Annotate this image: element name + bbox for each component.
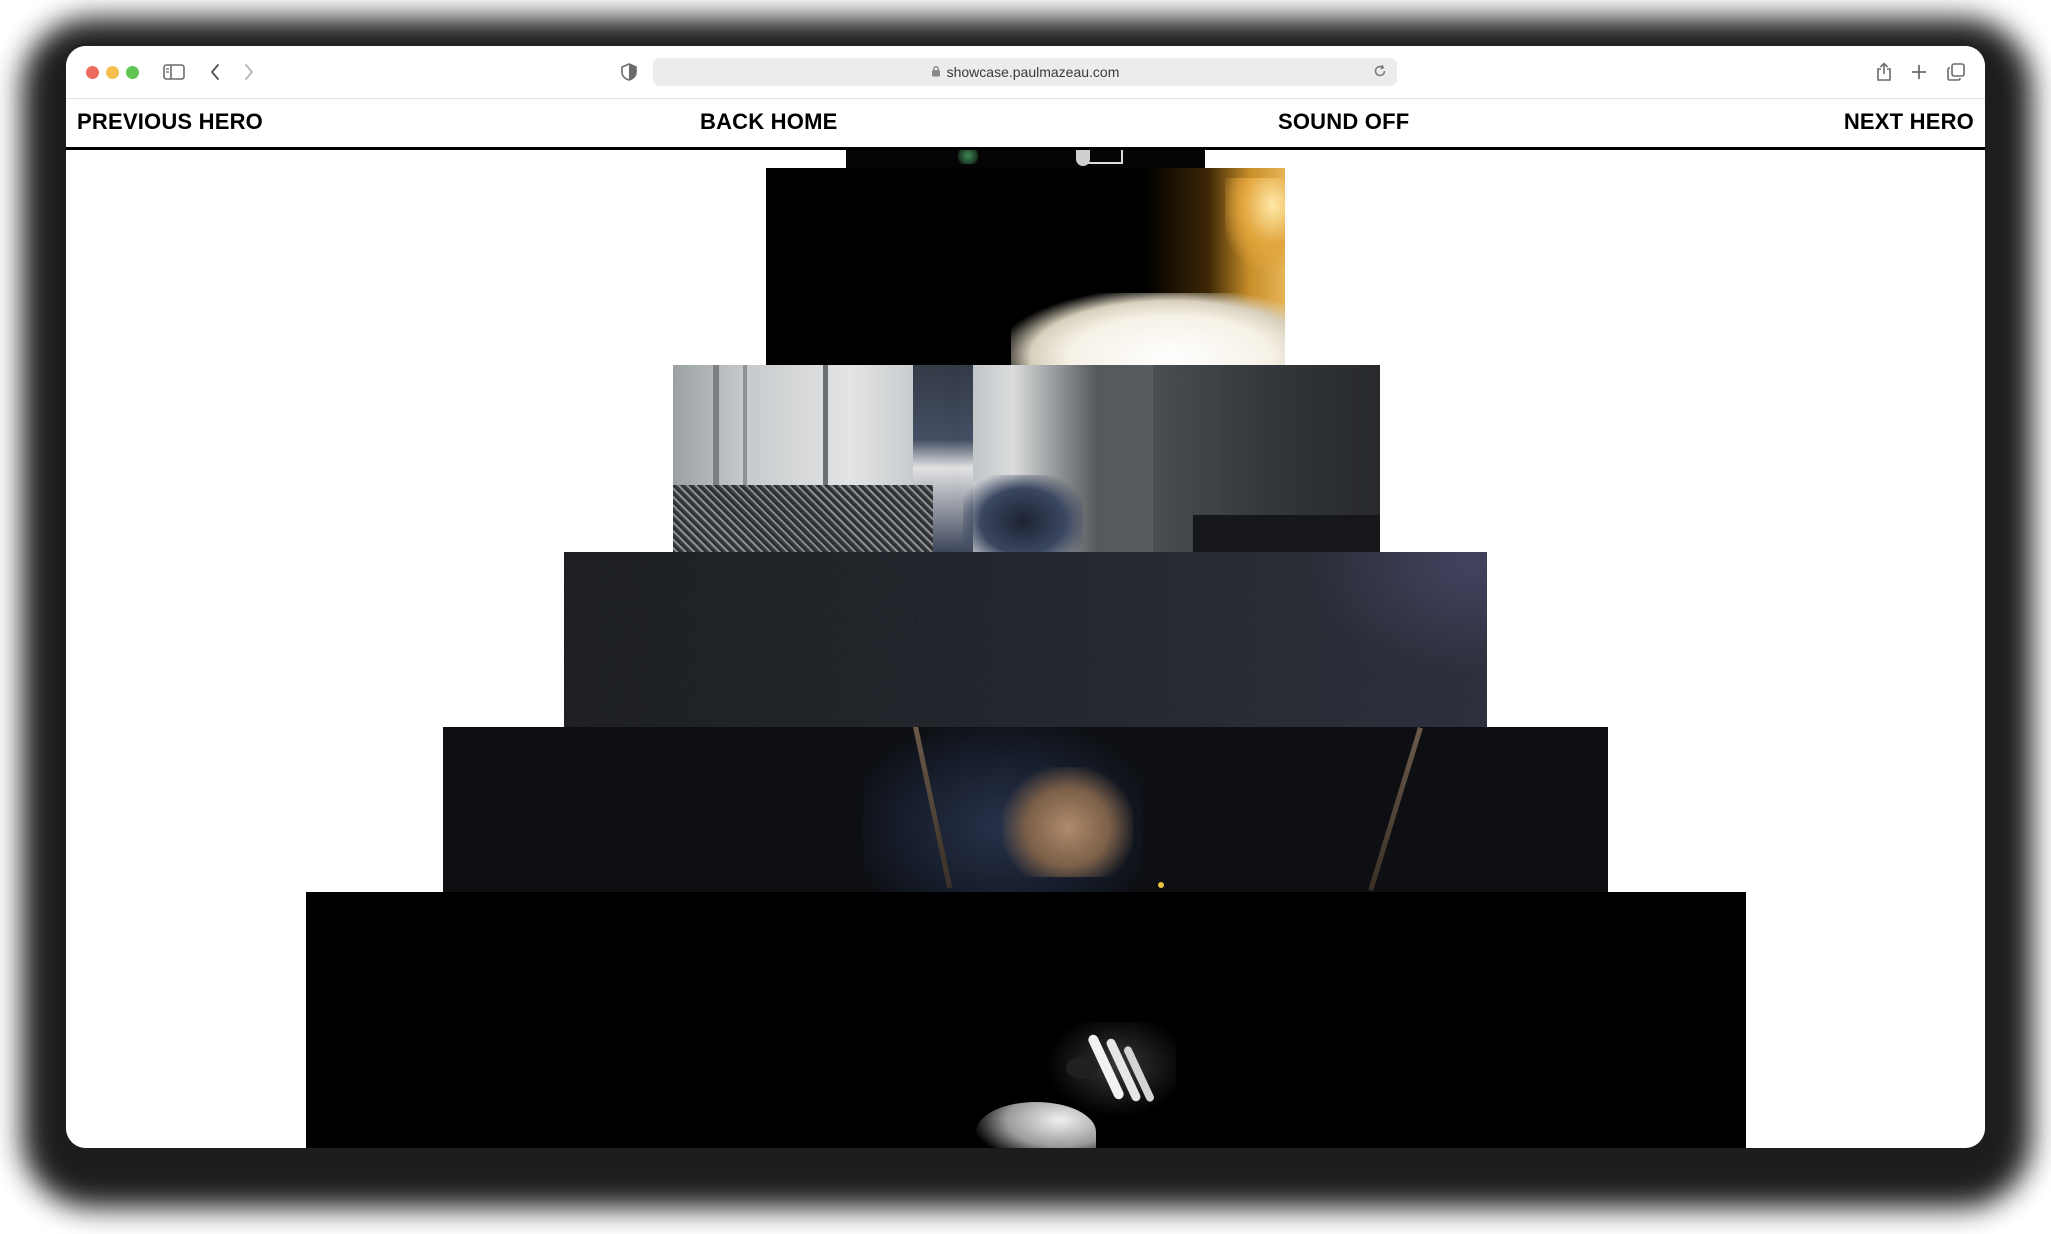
- browser-toolbar: showcase.paulmazeau.com: [66, 46, 1985, 99]
- share-icon[interactable]: [1874, 58, 1894, 86]
- minimize-window-button[interactable]: [106, 66, 119, 79]
- sound-toggle-link[interactable]: SOUND OFF: [1278, 109, 1409, 135]
- site-navigation: PREVIOUS HERO BACK HOME SOUND OFF NEXT H…: [66, 99, 1985, 150]
- reload-icon[interactable]: [1373, 64, 1387, 81]
- back-home-link[interactable]: BACK HOME: [700, 109, 837, 135]
- next-hero-link[interactable]: NEXT HERO: [1844, 109, 1974, 135]
- chevron-left-icon[interactable]: [205, 58, 225, 86]
- video-frame-helmet: [306, 892, 1746, 1148]
- video-frame-hands: [443, 727, 1608, 892]
- address-bar[interactable]: showcase.paulmazeau.com: [653, 58, 1397, 86]
- plus-icon[interactable]: [1909, 58, 1929, 86]
- video-frame-interior: [673, 365, 1380, 552]
- hero-showcase: [66, 150, 1985, 1148]
- shield-icon[interactable]: [619, 58, 639, 86]
- video-frame-top: [846, 150, 1205, 168]
- previous-hero-link[interactable]: PREVIOUS HERO: [77, 109, 263, 135]
- video-frame-explosion: [766, 168, 1285, 365]
- video-frame-dark-noise: [564, 552, 1487, 727]
- sidebar-icon[interactable]: [161, 58, 187, 86]
- browser-window: showcase.paulmazeau.com PREVIOUS HERO BA…: [66, 46, 1985, 1148]
- close-window-button[interactable]: [86, 66, 99, 79]
- tabs-overview-icon[interactable]: [1946, 58, 1966, 86]
- zoom-window-button[interactable]: [126, 66, 139, 79]
- lock-icon: [931, 64, 941, 80]
- chevron-right-icon[interactable]: [239, 58, 259, 86]
- address-url: showcase.paulmazeau.com: [946, 64, 1120, 80]
